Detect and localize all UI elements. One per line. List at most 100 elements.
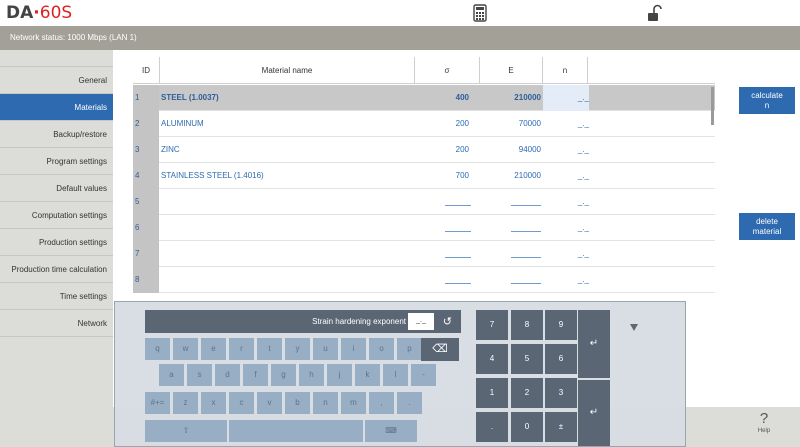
numpad-key[interactable]: 6 xyxy=(545,344,577,374)
row3-key[interactable]: #+= xyxy=(145,392,170,414)
undo-icon[interactable]: ↺ xyxy=(443,315,452,328)
row-id: 7 xyxy=(133,241,159,267)
sidebar-item-production-time-calculation[interactable]: Production time calculation xyxy=(0,256,113,283)
row3-key[interactable]: . xyxy=(397,392,422,414)
e-empty-line xyxy=(511,205,541,206)
table-row[interactable]: 3 ZINC 200 94000 _._ xyxy=(133,137,715,163)
numpad-key[interactable]: 1 xyxy=(476,378,508,408)
sidebar-item-program-settings[interactable]: Program settings xyxy=(0,148,113,175)
sigma-empty-line xyxy=(445,283,471,284)
unlock-icon[interactable] xyxy=(646,4,662,22)
row3-key[interactable]: n xyxy=(313,392,338,414)
row3-key[interactable]: z xyxy=(173,392,198,414)
row-id: 6 xyxy=(133,215,159,241)
n-value: _._ xyxy=(577,249,589,258)
column-header-n[interactable]: n xyxy=(543,57,587,84)
column-header-id[interactable]: ID xyxy=(133,57,159,84)
row1-key[interactable]: w xyxy=(173,338,198,360)
row2-key[interactable]: j xyxy=(327,364,352,386)
numpad-key[interactable]: 9 xyxy=(545,310,577,340)
network-status: Network status: 1000 Mbps (LAN 1) xyxy=(0,26,800,50)
row-id: 1 xyxy=(133,85,159,111)
sidebar-item-production-settings[interactable]: Production settings xyxy=(0,229,113,256)
material-name: ZINC xyxy=(161,145,180,154)
row2-key[interactable]: l xyxy=(383,364,408,386)
table-row[interactable]: 1 STEEL (1.0037) 400 210000 _._ xyxy=(133,85,715,111)
row2-key[interactable]: g xyxy=(271,364,296,386)
top-bar: DA·60S xyxy=(0,0,800,26)
row1-key[interactable]: y xyxy=(285,338,310,360)
delete-sub-label: material xyxy=(752,227,782,236)
strain-hardening-input[interactable]: _._ xyxy=(408,313,434,330)
row2-key[interactable]: h xyxy=(299,364,324,386)
row1-key[interactable]: t xyxy=(257,338,282,360)
row1-key[interactable]: e xyxy=(201,338,226,360)
row2-key[interactable]: - xyxy=(411,364,436,386)
delete-material-button[interactable]: delete material xyxy=(739,213,795,240)
row3-key[interactable]: v xyxy=(257,392,282,414)
sidebar-item-time-settings[interactable]: Time settings xyxy=(0,283,113,310)
space-key[interactable] xyxy=(229,420,363,442)
sidebar-item-backup-restore[interactable]: Backup/restore xyxy=(0,121,113,148)
numpad-key[interactable]: 3 xyxy=(545,378,577,408)
row2-key[interactable]: k xyxy=(355,364,380,386)
numpad-key[interactable]: 7 xyxy=(476,310,508,340)
numpad-key[interactable]: ± xyxy=(545,412,577,442)
row3-key[interactable]: c xyxy=(229,392,254,414)
sigma-empty-line xyxy=(445,205,471,206)
row1-key[interactable]: o xyxy=(369,338,394,360)
table-scrollbar[interactable] xyxy=(711,87,714,125)
row3-key[interactable]: m xyxy=(341,392,366,414)
help-button[interactable]: ? Help xyxy=(752,410,776,434)
backspace-key[interactable]: ⌫ xyxy=(421,338,459,361)
numpad-key[interactable]: 0 xyxy=(511,412,543,442)
sidebar-item-general[interactable]: General xyxy=(0,67,113,94)
row3-key[interactable]: , xyxy=(369,392,394,414)
numpad-key[interactable]: . xyxy=(476,412,508,442)
sidebar-item-network[interactable]: Network xyxy=(0,310,113,337)
column-header-sigma[interactable]: σ xyxy=(415,57,479,84)
material-name: ALUMINUM xyxy=(161,119,204,128)
enter-down-key[interactable]: ↵ xyxy=(578,380,610,446)
numpad-key[interactable]: 8 xyxy=(511,310,543,340)
e-value: 210000 xyxy=(514,93,541,102)
material-name: STEEL (1.0037) xyxy=(161,93,219,102)
table-row[interactable]: 8 _._ xyxy=(133,267,715,293)
row1-key[interactable]: r xyxy=(229,338,254,360)
row2-key[interactable]: f xyxy=(243,364,268,386)
table-row[interactable]: 5 _._ xyxy=(133,189,715,215)
sidebar-item-computation-settings[interactable]: Computation settings xyxy=(0,202,113,229)
keyboard-switch-key[interactable]: ⌨ xyxy=(365,420,417,442)
row3-key[interactable]: b xyxy=(285,392,310,414)
calculator-icon[interactable] xyxy=(472,4,488,22)
row2-key[interactable]: d xyxy=(215,364,240,386)
calculate-n-button[interactable]: calculate n xyxy=(739,87,795,114)
table-row[interactable]: 6 _._ xyxy=(133,215,715,241)
column-header-material-name[interactable]: Material name xyxy=(160,57,414,84)
row1-key[interactable]: i xyxy=(341,338,366,360)
row1-key[interactable]: u xyxy=(313,338,338,360)
on-screen-keyboard: Strain hardening exponent _._ ↺ qwertyui… xyxy=(114,301,686,447)
sidebar-item-materials[interactable]: Materials xyxy=(0,94,113,121)
table-row[interactable]: 7 _._ xyxy=(133,241,715,267)
n-value: _._ xyxy=(577,197,589,206)
table-row[interactable]: 4 STAINLESS STEEL (1.4016) 700 210000 _.… xyxy=(133,163,715,189)
sidebar-item-default-values[interactable]: Default values xyxy=(0,175,113,202)
numpad-key[interactable]: 4 xyxy=(476,344,508,374)
row1-key[interactable]: p xyxy=(397,338,422,360)
numpad-key[interactable]: 2 xyxy=(511,378,543,408)
input-label: Strain hardening exponent xyxy=(312,317,406,326)
help-icon: ? xyxy=(759,410,769,427)
row2-key[interactable]: a xyxy=(159,364,184,386)
numpad-key[interactable]: 5 xyxy=(511,344,543,374)
row-id: 5 xyxy=(133,189,159,215)
row2-key[interactable]: s xyxy=(187,364,212,386)
enter-up-key[interactable]: ↵ xyxy=(578,310,610,378)
shift-key[interactable]: ⇧ xyxy=(145,420,227,442)
collapse-keyboard-icon[interactable] xyxy=(630,324,638,331)
table-row[interactable]: 2 ALUMINUM 200 70000 _._ xyxy=(133,111,715,137)
column-header-e[interactable]: E xyxy=(480,57,542,84)
row3-key[interactable]: x xyxy=(201,392,226,414)
n-value: _._ xyxy=(577,93,589,102)
row1-key[interactable]: q xyxy=(145,338,170,360)
